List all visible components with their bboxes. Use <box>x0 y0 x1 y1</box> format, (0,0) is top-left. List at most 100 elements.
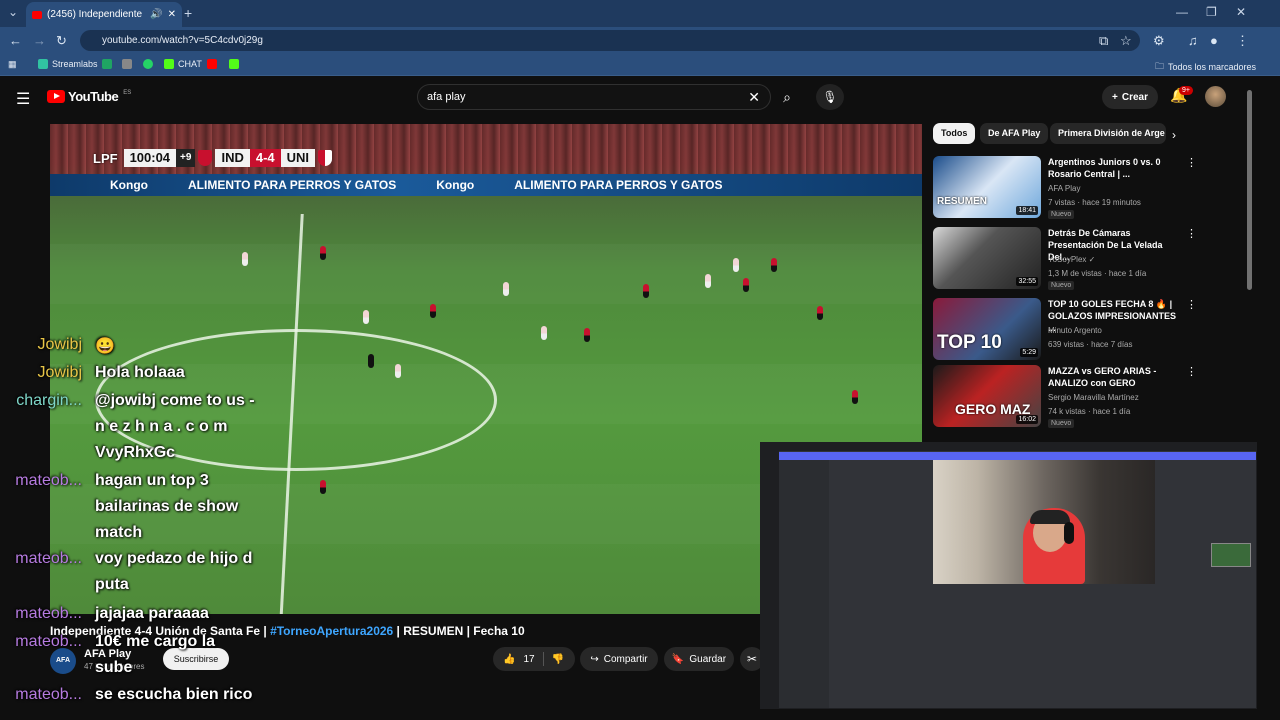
back-arrow-icon[interactable]: ← <box>9 33 22 48</box>
video-thumbnail[interactable]: TOP 10 5:29 <box>933 298 1041 360</box>
chat-username: mateob... <box>15 633 82 650</box>
chat-username: chargin... <box>16 392 82 409</box>
bookmark-youtube[interactable] <box>207 59 217 69</box>
more-options-icon[interactable]: ⋮ <box>1186 298 1197 311</box>
chat-username: mateob... <box>15 605 82 622</box>
create-button[interactable]: + Crear <box>1102 85 1158 109</box>
recommendation-item[interactable]: TOP 10 5:29 TOP 10 GOLES FECHA 8 🔥 | GOL… <box>933 298 1203 362</box>
url-field[interactable]: youtube.com/watch?v=5C4cdv0j29g <box>80 30 1140 51</box>
recommendation-meta: 639 vistas · hace 7 días <box>1048 340 1133 349</box>
maximize-icon[interactable]: ❐ <box>1206 5 1217 19</box>
chat-username: mateob... <box>15 550 82 567</box>
thumbs-down-icon[interactable]: 👎 <box>552 654 564 665</box>
recommendation-item[interactable]: RESUMEN 18:41 Argentinos Juniors 0 vs. 0… <box>933 156 1203 220</box>
subscribe-button[interactable]: Suscribirse <box>163 648 229 670</box>
notification-badge: 9+ <box>1179 86 1193 95</box>
player <box>430 304 436 318</box>
recommendation-item[interactable]: 32:55 Detrás De Cámaras Presentación De … <box>933 227 1203 291</box>
bookmark-chat[interactable]: CHAT <box>164 59 202 69</box>
recommendation-meta: 1,3 M de vistas · hace 1 día <box>1048 269 1147 278</box>
chat-message: 10€ me cargo la <box>95 633 216 650</box>
chip-todos[interactable]: Todos <box>933 123 976 144</box>
minimize-icon[interactable]: — <box>1176 5 1188 19</box>
bookmark-streamlabs[interactable]: Streamlabs <box>38 59 98 69</box>
chat-message: n e z h n a . c o m <box>95 418 228 435</box>
duration-badge: 16:02 <box>1016 415 1038 424</box>
tab-close-icon[interactable]: ✕ <box>168 9 176 20</box>
chat-message: se escucha bien rico <box>95 686 253 703</box>
bookmarks-bar: ▦ Streamlabs CHAT 🗀 Todos los marcadores <box>0 54 1280 76</box>
recommendation-channel[interactable]: Minuto Argento <box>1048 326 1102 335</box>
chevron-right-icon[interactable]: › <box>1172 128 1176 142</box>
forward-arrow-icon[interactable]: → <box>33 33 46 48</box>
player <box>705 274 711 288</box>
player <box>541 326 547 340</box>
recommendation-channel[interactable]: YoSoyPlex ✓ <box>1048 255 1095 264</box>
hashtag-link[interactable]: #TorneoApertura2026 <box>270 624 393 638</box>
browser-menu-icon[interactable]: ⋮ <box>1236 33 1249 49</box>
more-options-icon[interactable]: ⋮ <box>1186 156 1197 169</box>
new-badge: Nuevo <box>1048 419 1075 428</box>
mic-icon[interactable]: 🎙 <box>816 84 844 110</box>
reload-icon[interactable]: ↻ <box>56 33 67 49</box>
youtube-logo[interactable]: YouTube ES <box>47 89 131 104</box>
bookmark-app[interactable] <box>122 59 132 69</box>
bookmark-star-icon[interactable]: ☆ <box>1120 33 1132 49</box>
duration-badge: 5:29 <box>1020 348 1038 357</box>
chat-username: Jowibj <box>37 336 82 353</box>
chat-username: Jowibj <box>37 364 82 381</box>
hamburger-menu-icon[interactable]: ☰ <box>16 89 30 109</box>
address-bar-row: ← → ↻ youtube.com/watch?v=5C4cdv0j29g ⧉ … <box>0 27 1280 54</box>
bookmark-kick[interactable] <box>229 59 239 69</box>
recommendation-meta: 7 vistas · hace 19 minutos <box>1048 198 1141 207</box>
video-thumbnail[interactable]: 32:55 <box>933 227 1041 289</box>
install-app-icon[interactable]: ⧉ <box>1099 33 1108 49</box>
page-scrollbar[interactable] <box>1247 90 1252 290</box>
overlay-banner <box>779 452 1256 460</box>
save-button[interactable]: 🔖 Guardar <box>664 647 734 671</box>
search-icon[interactable]: ⌕ <box>772 84 802 110</box>
overlay-titlebar <box>761 443 1256 451</box>
media-controls-icon[interactable]: ♫ <box>1188 33 1198 48</box>
bookmark-whatsapp[interactable] <box>143 59 153 69</box>
player <box>584 328 590 342</box>
tab-search-icon[interactable]: ⌄ <box>8 5 18 19</box>
recommendation-item[interactable]: GERO MAZ 16:02 MAZZA vs GERO ARIAS - ANA… <box>933 365 1203 429</box>
clear-search-icon[interactable]: ✕ <box>748 89 760 106</box>
channel-avatar[interactable]: AFA <box>50 648 76 674</box>
recommendation-channel[interactable]: AFA Play <box>1048 184 1080 193</box>
divider <box>542 652 544 666</box>
recommendation-channel[interactable]: Sergio Maravilla Martínez <box>1048 393 1139 402</box>
bookmark-drive[interactable] <box>102 59 112 69</box>
kick-icon <box>164 59 174 69</box>
new-badge: Nuevo <box>1048 281 1075 290</box>
profile-icon[interactable]: ● <box>1210 33 1218 48</box>
more-options-icon[interactable]: ⋮ <box>1186 365 1197 378</box>
speaker-icon[interactable]: 🔊 <box>150 9 162 20</box>
video-thumbnail[interactable]: RESUMEN 18:41 <box>933 156 1041 218</box>
message-log <box>831 585 1256 695</box>
like-dislike-button[interactable]: 👍 17 👎 <box>493 647 575 671</box>
avatar[interactable] <box>1205 86 1226 107</box>
headset-icon <box>1064 522 1074 544</box>
window-close-icon[interactable]: ✕ <box>1236 5 1246 19</box>
apps-grid-icon[interactable]: ▦ <box>8 59 17 70</box>
folder-icon: 🗀 <box>1155 61 1165 71</box>
browser-tab[interactable]: (2456) Independiente 4-4 U... 🔊 ✕ <box>26 2 182 27</box>
all-bookmarks[interactable]: 🗀 Todos los marcadores <box>1155 59 1256 75</box>
video-thumbnail[interactable]: GERO MAZ 16:02 <box>933 365 1041 427</box>
more-options-icon[interactable]: ⋮ <box>1186 227 1197 240</box>
streamlabs-icon <box>38 59 48 69</box>
chat-message: Hola holaaa <box>95 364 185 381</box>
extensions-icon[interactable]: ⚙ <box>1153 33 1165 49</box>
chip-de-afa-play[interactable]: De AFA Play <box>980 123 1049 144</box>
server-list <box>761 451 779 708</box>
bookmark-icon: 🔖 <box>671 653 685 665</box>
new-tab-icon[interactable]: + <box>184 5 192 21</box>
search-input[interactable]: afa play ✕ <box>417 84 771 110</box>
player <box>643 284 649 298</box>
share-button[interactable]: ↪ Compartir <box>580 647 658 671</box>
drive-icon <box>102 59 112 69</box>
chip-primera-division[interactable]: Primera División de Arge <box>1050 123 1166 144</box>
thumbs-up-icon[interactable]: 👍 <box>503 654 515 665</box>
